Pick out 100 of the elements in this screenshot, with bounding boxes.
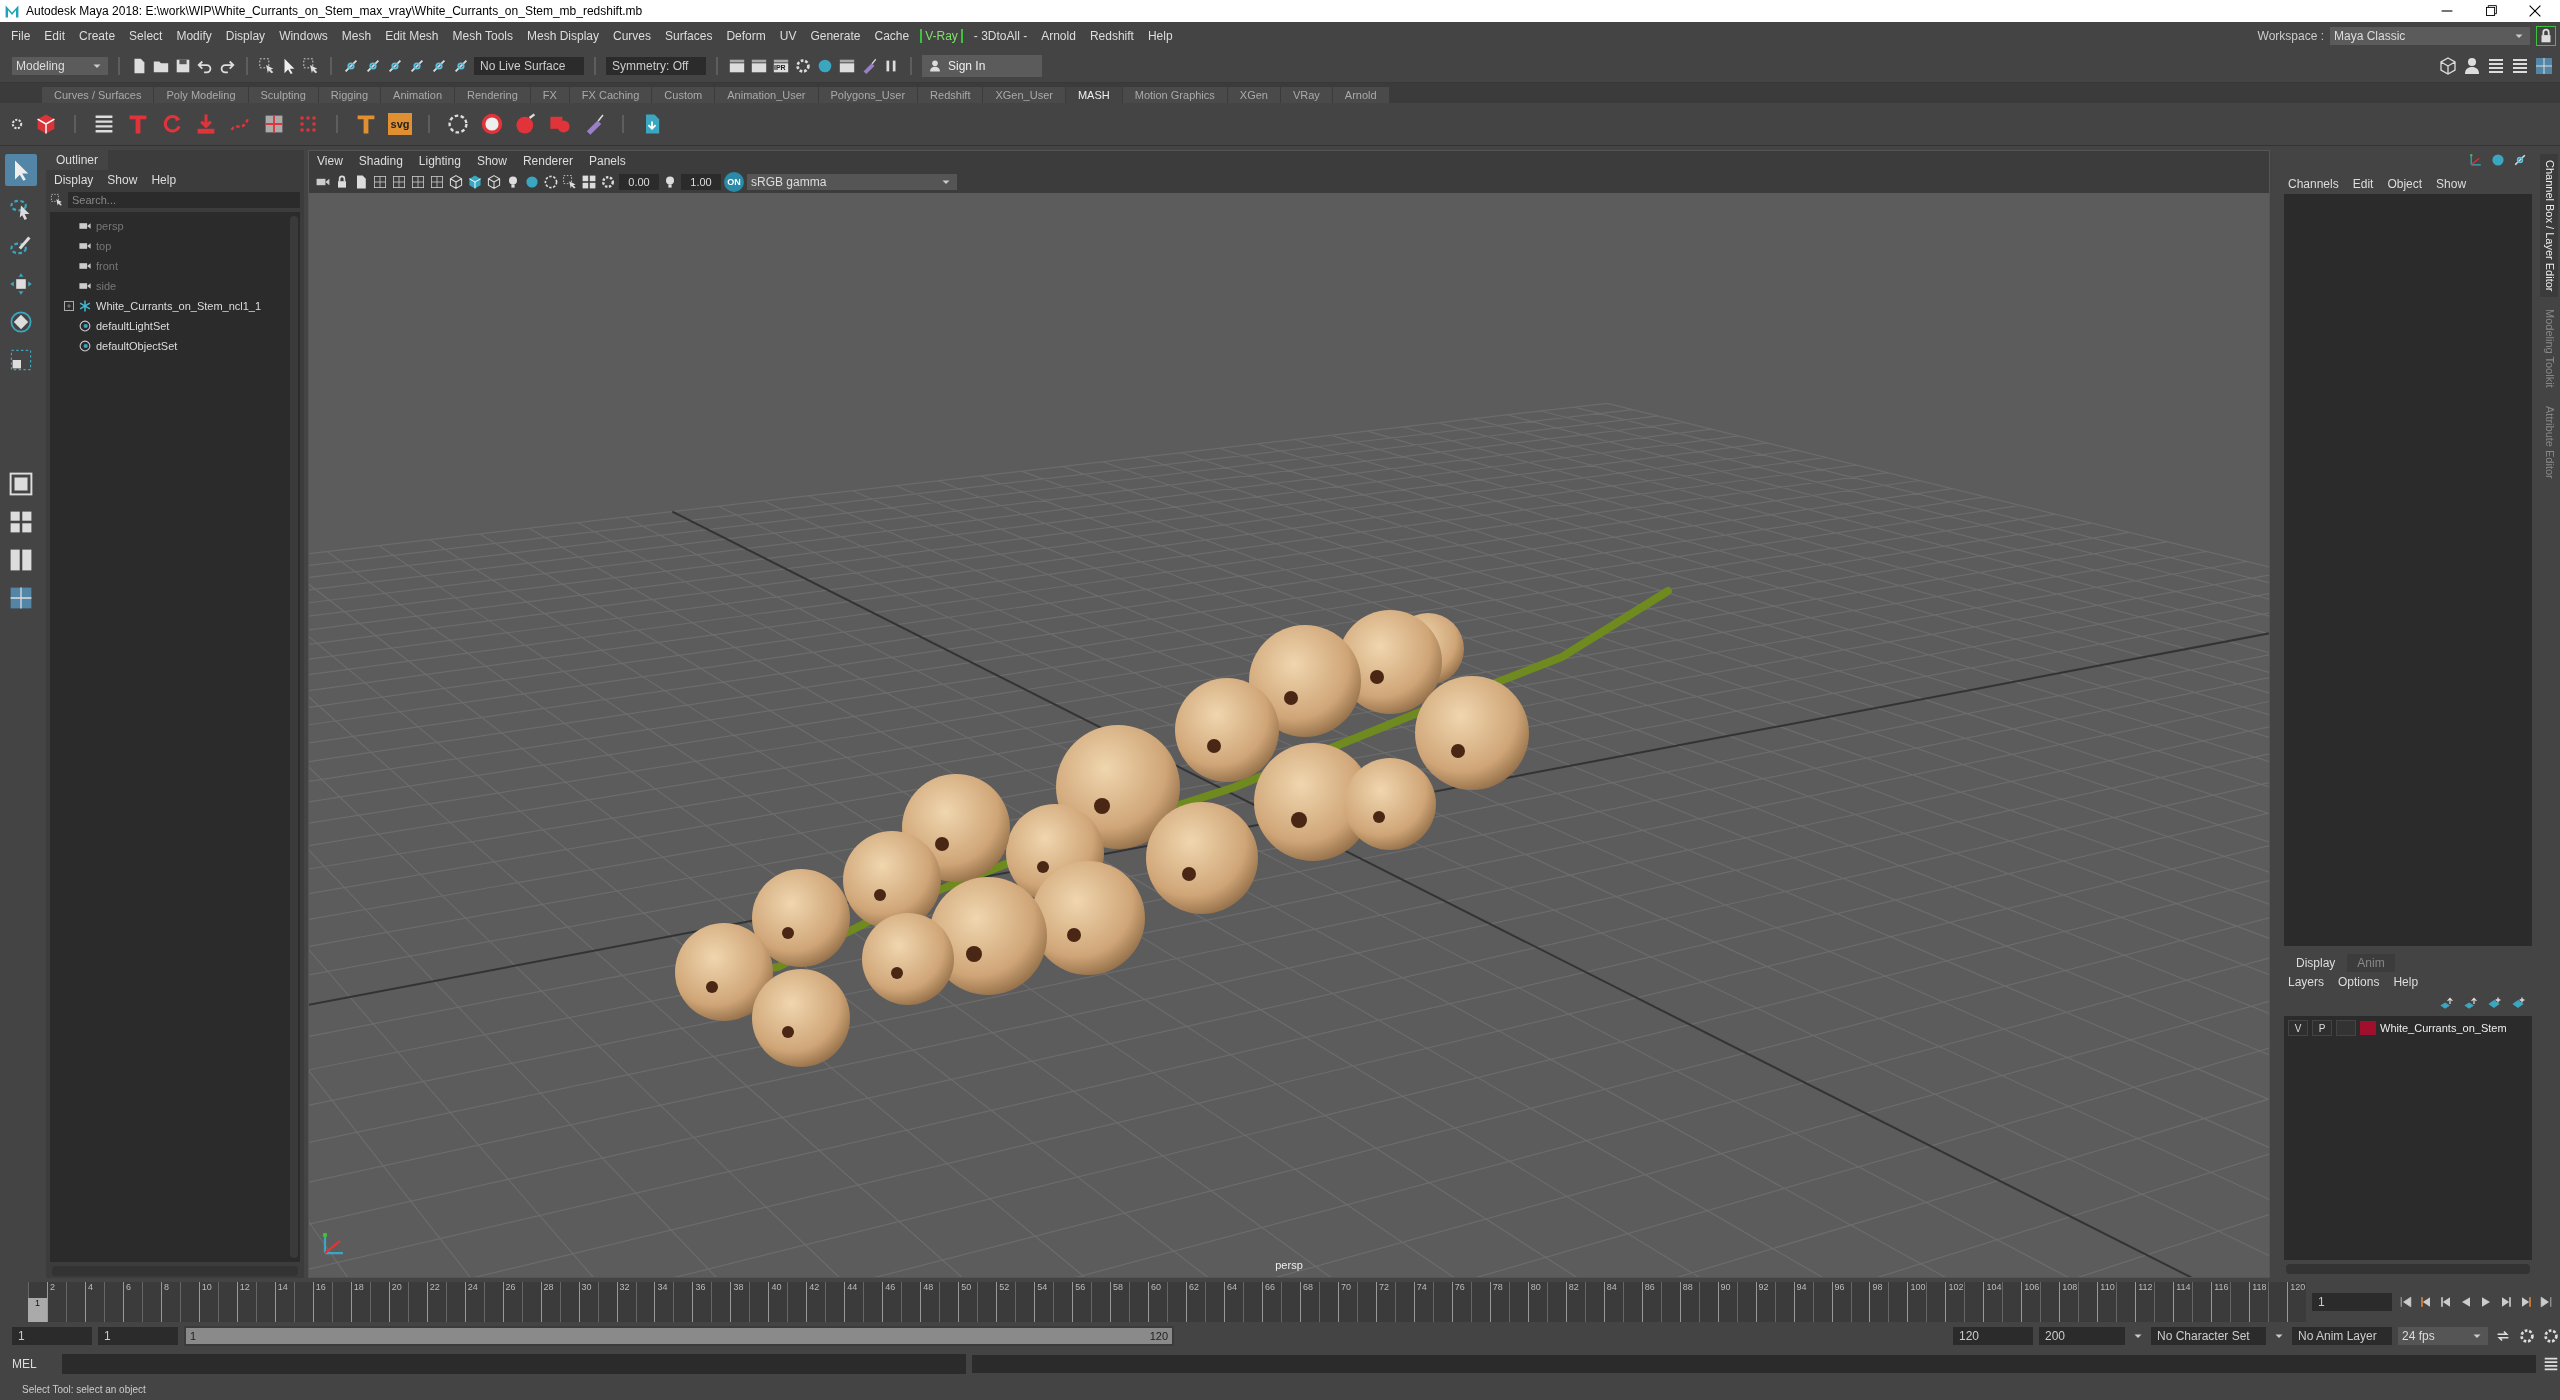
- shelf-tab[interactable]: Sculpting: [248, 87, 318, 103]
- scale-tool-icon[interactable]: [9, 348, 33, 372]
- menu-item[interactable]: Curves: [606, 29, 659, 43]
- menu-item[interactable]: Mesh Tools: [445, 29, 520, 43]
- menu-item[interactable]: Help: [2393, 975, 2419, 989]
- reference-toggle[interactable]: [2336, 1020, 2356, 1036]
- end-time-field[interactable]: 200: [2039, 1327, 2125, 1345]
- menu-item[interactable]: Display: [54, 173, 94, 187]
- sign-in-button[interactable]: Sign In: [922, 55, 1042, 77]
- menu-item[interactable]: Shading: [358, 154, 403, 168]
- range-slider[interactable]: 1 120: [186, 1328, 1172, 1344]
- shelf-tab[interactable]: Animation_User: [715, 87, 818, 103]
- menu-item[interactable]: Mesh Display: [520, 29, 607, 43]
- shelf-tab[interactable]: FX: [530, 87, 569, 103]
- current-frame-field[interactable]: 1: [2312, 1293, 2392, 1311]
- outliner-view-icon[interactable]: [8, 585, 34, 611]
- go-to-end-icon[interactable]: [2538, 1294, 2554, 1310]
- wireframe-icon[interactable]: [448, 174, 464, 190]
- human-ik-icon[interactable]: [2462, 56, 2482, 76]
- time-slider[interactable]: 2 4 6 8 10 12 14 16 18 20 22 24 26 28 30 32 34 36 38 40 42 44 46 48 50 52 54 56 58 60 62 64 66 68 70 72 74 76 78 80 82 84 86 88 90 92 94 96 98 100 102 104 106 108 110 112 114 116 118 120 1: [28, 1282, 2306, 1322]
- snap-curve-icon[interactable]: [364, 57, 382, 75]
- save-icon[interactable]: [174, 57, 192, 75]
- current-frame-marker[interactable]: 1: [28, 1298, 47, 1322]
- outliner-item[interactable]: defaultObjectSet: [96, 340, 178, 352]
- menu-item[interactable]: Renderer: [522, 154, 573, 168]
- menu-item[interactable]: Create: [72, 29, 123, 43]
- move-tool-icon[interactable]: [9, 272, 33, 296]
- color-space-dropdown[interactable]: sRGB gamma: [747, 174, 957, 190]
- four-view-icon[interactable]: [8, 509, 34, 535]
- tool-settings-icon[interactable]: [2510, 56, 2530, 76]
- shelf-tab[interactable]: Rendering: [455, 87, 530, 103]
- menu-item[interactable]: Generate: [803, 29, 868, 43]
- render-frame-icon[interactable]: [750, 57, 768, 75]
- menu-set-dropdown[interactable]: Modeling: [12, 57, 108, 75]
- lock-icon[interactable]: [2536, 26, 2556, 46]
- xray-icon[interactable]: [581, 174, 597, 190]
- select-hierarchy-icon[interactable]: [258, 57, 276, 75]
- menu-item[interactable]: Panels: [588, 154, 626, 168]
- move-layer-up-icon[interactable]: [2438, 996, 2454, 1012]
- dashed-ring-icon[interactable]: [446, 112, 470, 136]
- menu-item[interactable]: Edit: [2352, 177, 2374, 191]
- layer-color-swatch[interactable]: [2360, 1021, 2376, 1035]
- menu-item[interactable]: Modify: [169, 29, 219, 43]
- shadows-icon[interactable]: [524, 174, 540, 190]
- image-plane-icon[interactable]: [372, 174, 388, 190]
- exposure-field[interactable]: 0.00: [619, 174, 659, 190]
- outliner-item[interactable]: defaultLightSet: [96, 320, 170, 332]
- single-view-icon[interactable]: [8, 471, 34, 497]
- smooth-shade-icon[interactable]: [467, 174, 483, 190]
- shelf-tab[interactable]: MASH: [1065, 87, 1122, 103]
- shelf-tab[interactable]: FX Caching: [569, 87, 652, 103]
- script-language-label[interactable]: MEL: [12, 1357, 56, 1371]
- menu-item[interactable]: Show: [476, 154, 507, 168]
- menu-item[interactable]: Show: [107, 173, 138, 187]
- menu-item[interactable]: - 3DtoAll -: [966, 29, 1035, 43]
- shelf-tab[interactable]: VRay: [1280, 87, 1332, 103]
- menu-item[interactable]: UV: [772, 29, 804, 43]
- cube-icon[interactable]: [34, 112, 58, 136]
- filter-icon[interactable]: [50, 193, 64, 207]
- symmetry-field[interactable]: Symmetry: Off: [606, 57, 706, 75]
- isolate-icon[interactable]: [562, 174, 578, 190]
- menu-item[interactable]: Display: [218, 29, 273, 43]
- gamma-field[interactable]: 1.00: [681, 174, 721, 190]
- axes-icon[interactable]: [2468, 152, 2484, 168]
- snap-projected-icon[interactable]: [408, 57, 426, 75]
- menu-item[interactable]: Channels: [2288, 177, 2339, 191]
- attribute-editor-icon[interactable]: [2486, 56, 2506, 76]
- render-view-icon[interactable]: [838, 57, 856, 75]
- shelf-tab[interactable]: Animation: [381, 87, 454, 103]
- grid-icon[interactable]: [391, 174, 407, 190]
- rotate-tool-icon[interactable]: [9, 310, 33, 334]
- live-surface-field[interactable]: No Live Surface: [474, 57, 584, 75]
- menu-item[interactable]: Select: [122, 29, 170, 43]
- two-view-icon[interactable]: [8, 547, 34, 573]
- character-set-field[interactable]: No Character Set: [2151, 1327, 2266, 1345]
- bomb-icon[interactable]: [514, 112, 538, 136]
- menu-item[interactable]: File: [4, 29, 38, 43]
- ao-icon[interactable]: [543, 174, 559, 190]
- film-gate-icon[interactable]: [410, 174, 426, 190]
- menu-item[interactable]: Help: [1140, 29, 1180, 43]
- shelf-tab[interactable]: Rigging: [318, 87, 381, 103]
- snap-live-icon[interactable]: [452, 57, 470, 75]
- workspace-dropdown[interactable]: Maya Classic: [2330, 27, 2530, 45]
- menu-item[interactable]: Arnold: [1034, 29, 1083, 43]
- color-management-toggle[interactable]: ON: [724, 172, 744, 192]
- menu-item[interactable]: Edit: [37, 29, 73, 43]
- menu-item[interactable]: Mesh: [334, 29, 379, 43]
- fps-dropdown[interactable]: 24 fps: [2398, 1327, 2488, 1345]
- snap-grid-icon[interactable]: [342, 57, 360, 75]
- shelf-tab[interactable]: Motion Graphics: [1122, 87, 1227, 103]
- expand-icon[interactable]: [64, 301, 74, 311]
- svg-icon[interactable]: svg: [388, 113, 412, 135]
- visibility-toggle[interactable]: V: [2288, 1020, 2308, 1036]
- select-component-icon[interactable]: [302, 57, 320, 75]
- anim-layer-field[interactable]: No Anim Layer: [2292, 1327, 2392, 1345]
- playback-end-field[interactable]: 120: [1953, 1327, 2033, 1345]
- shelf-tab[interactable]: XGen: [1227, 87, 1280, 103]
- shelf-tab[interactable]: Poly Modeling: [154, 87, 248, 103]
- textured-icon[interactable]: [486, 174, 502, 190]
- shelf-tab[interactable]: Curves / Surfaces: [42, 87, 154, 103]
